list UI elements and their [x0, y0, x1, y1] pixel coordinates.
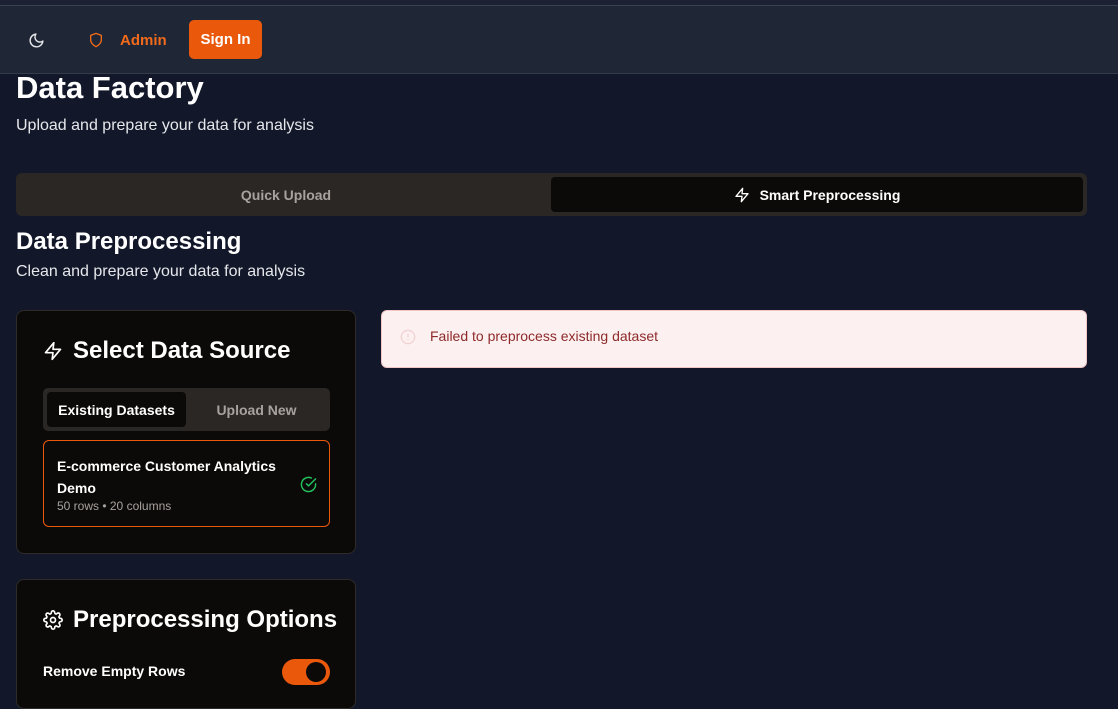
- preprocessing-options-card: Preprocessing Options Remove Empty Rows: [16, 579, 356, 709]
- check-circle-icon: [300, 476, 317, 493]
- page-subtitle: Upload and prepare your data for analysi…: [16, 117, 314, 134]
- source-tabs: Existing Datasets Upload New: [43, 388, 330, 431]
- navbar: Admin Sign In: [0, 6, 1118, 74]
- gear-icon: [43, 610, 63, 630]
- zap-icon: [44, 341, 62, 361]
- remove-empty-rows-toggle[interactable]: [282, 659, 330, 685]
- tab-smart-preprocessing[interactable]: Smart Preprocessing: [551, 177, 1083, 212]
- dataset-item[interactable]: E-commerce Customer Analytics Demo 50 ro…: [43, 440, 330, 527]
- zap-icon: [734, 187, 749, 202]
- tab-upload-new[interactable]: Upload New: [187, 392, 326, 427]
- page-title: Data Factory: [16, 70, 204, 105]
- moon-icon: [29, 32, 44, 47]
- data-source-title-text: Select Data Source: [73, 337, 291, 364]
- toggle-knob: [306, 662, 326, 682]
- option-remove-empty-rows: Remove Empty Rows: [43, 659, 330, 685]
- error-alert-message: Failed to preprocess existing dataset: [430, 328, 659, 344]
- dataset-name: E-commerce Customer Analytics Demo: [57, 458, 276, 496]
- tab-existing-datasets[interactable]: Existing Datasets: [47, 392, 186, 427]
- admin-label: Admin: [120, 31, 167, 49]
- tab-quick-upload[interactable]: Quick Upload: [20, 177, 552, 212]
- preprocessing-options-title-text: Preprocessing Options: [73, 606, 338, 633]
- section-subtitle: Clean and prepare your data for analysis: [16, 263, 306, 280]
- dataset-meta: 50 rows • 20 columns: [57, 499, 172, 513]
- tab-quick-upload-label: Quick Upload: [240, 186, 332, 203]
- option-label: Remove Empty Rows: [43, 663, 186, 679]
- error-alert: Failed to preprocess existing dataset: [381, 310, 1087, 368]
- data-source-title: Select Data Source: [43, 337, 290, 365]
- alert-circle-icon: [400, 329, 416, 345]
- mode-tabs: Quick Upload Smart Preprocessing: [16, 173, 1087, 216]
- sign-in-button[interactable]: Sign In: [189, 20, 262, 59]
- shield-icon: [90, 32, 102, 48]
- preprocessing-options-title: Preprocessing Options: [43, 606, 337, 634]
- section-title: Data Preprocessing: [16, 228, 242, 255]
- theme-toggle-button[interactable]: [22, 26, 50, 54]
- tab-smart-preprocessing-label: Smart Preprocessing: [759, 186, 901, 203]
- data-source-card: Select Data Source Existing Datasets Upl…: [16, 310, 356, 554]
- admin-link[interactable]: Admin: [88, 28, 167, 52]
